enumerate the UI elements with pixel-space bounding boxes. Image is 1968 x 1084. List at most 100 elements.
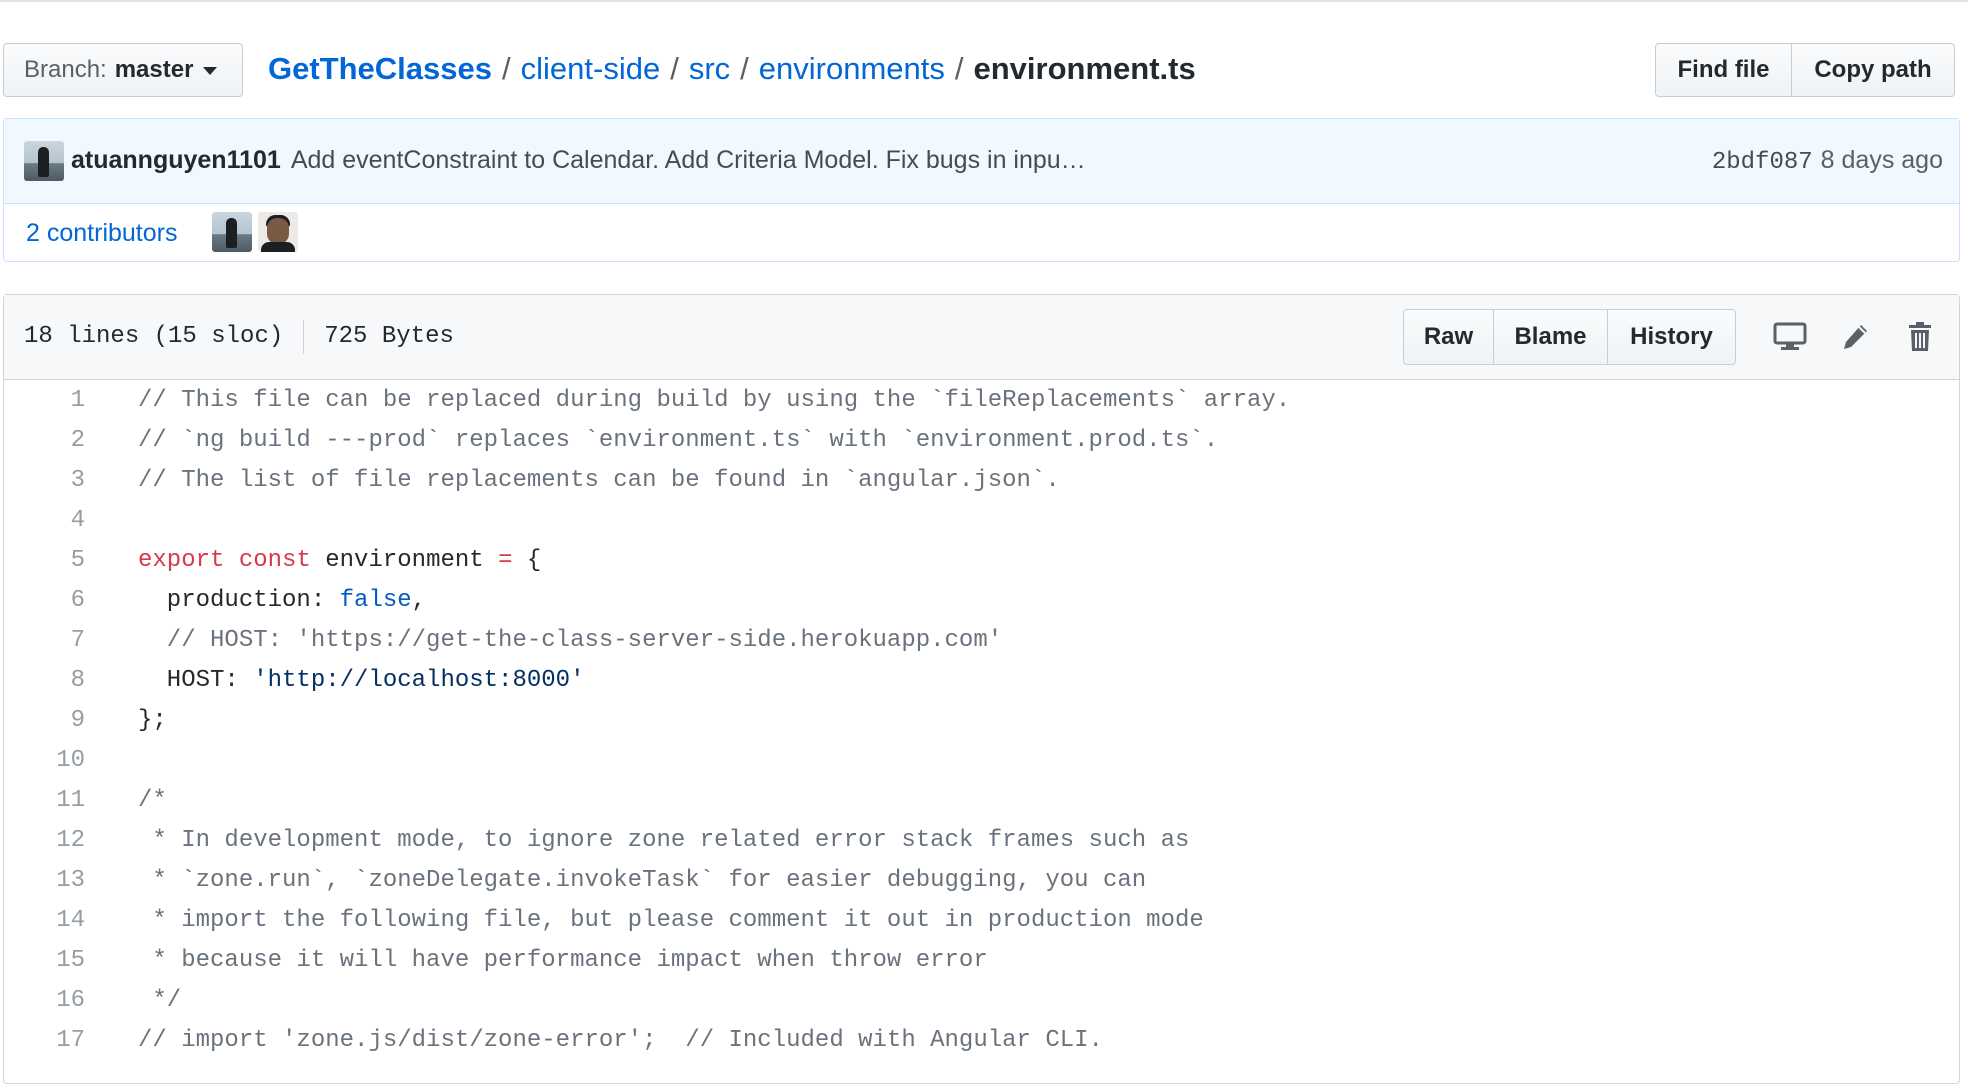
contributors-link[interactable]: 2 contributors bbox=[26, 216, 177, 250]
line-number[interactable]: 2 bbox=[4, 427, 85, 454]
line-number[interactable]: 15 bbox=[4, 947, 85, 974]
breadcrumb-separator: / bbox=[502, 51, 511, 86]
code-line: 15 * because it will have performance im… bbox=[4, 940, 1959, 980]
line-number[interactable]: 1 bbox=[4, 387, 85, 414]
line-content: * `zone.run`, `zoneDelegate.invokeTask` … bbox=[85, 867, 1146, 894]
branch-select-button[interactable]: Branch: master bbox=[3, 43, 243, 97]
code-token: HOST: bbox=[138, 666, 254, 694]
code-line: 9}; bbox=[4, 700, 1959, 740]
code-line: 11 /* bbox=[4, 780, 1959, 820]
file-action-buttons: Raw Blame History bbox=[1403, 309, 1736, 365]
breadcrumb-link-src[interactable]: src bbox=[689, 51, 730, 86]
file-header: 18 lines (15 sloc) 725 Bytes Raw Blame H… bbox=[4, 295, 1959, 380]
top-border bbox=[0, 0, 1968, 2]
code-token: , bbox=[411, 586, 427, 614]
code-token: // import 'zone.js/dist/zone-error'; // … bbox=[138, 1026, 1103, 1054]
code-line: 17 // import 'zone.js/dist/zone-error'; /… bbox=[4, 1020, 1959, 1060]
code-line: 12 * In development mode, to ignore zone… bbox=[4, 820, 1959, 860]
breadcrumb: GetTheClasses / client-side / src / environmen… bbox=[268, 48, 1196, 90]
contributor-avatar[interactable] bbox=[212, 212, 252, 252]
branch-name: master bbox=[114, 56, 194, 83]
line-number[interactable]: 10 bbox=[4, 747, 85, 774]
line-content: // `ng build ---prod` replaces `environm… bbox=[85, 427, 1218, 454]
code-line: 1 // This file can be replaced during bui… bbox=[4, 380, 1959, 420]
code-line: 7 // HOST: 'https://get-the-class-server… bbox=[4, 620, 1959, 660]
file-viewer: 18 lines (15 sloc) 725 Bytes Raw Blame H… bbox=[3, 294, 1960, 1084]
code-token: { bbox=[512, 546, 542, 574]
breadcrumb-repo-link[interactable]: GetTheClasses bbox=[268, 51, 492, 86]
branch-label: Branch: bbox=[24, 56, 107, 83]
line-number[interactable]: 11 bbox=[4, 787, 85, 814]
line-number[interactable]: 17 bbox=[4, 1027, 85, 1054]
raw-button[interactable]: Raw bbox=[1403, 309, 1494, 365]
commit-sha-link[interactable]: 2bdf087 bbox=[1712, 149, 1813, 176]
line-number[interactable]: 5 bbox=[4, 547, 85, 574]
breadcrumb-current-file: environment.ts bbox=[973, 51, 1196, 86]
copy-path-button[interactable]: Copy path bbox=[1792, 43, 1955, 97]
code-token: * In development mode, to ignore zone re… bbox=[138, 826, 1190, 854]
code-token: false bbox=[339, 586, 412, 614]
contributors-count: 2 bbox=[26, 219, 40, 247]
code-token: */ bbox=[138, 986, 182, 1014]
line-number[interactable]: 3 bbox=[4, 467, 85, 494]
code-token: }; bbox=[138, 706, 167, 734]
line-number[interactable]: 9 bbox=[4, 707, 85, 734]
history-button[interactable]: History bbox=[1608, 309, 1736, 365]
line-content: // The list of file replacements can be … bbox=[85, 467, 1060, 494]
commit-time: 8 days ago bbox=[1820, 146, 1943, 174]
code-token: * `zone.run`, `zoneDelegate.invokeTask` … bbox=[138, 866, 1147, 894]
line-content: // This file can be replaced during buil… bbox=[85, 387, 1290, 414]
code-line: 16 */ bbox=[4, 980, 1959, 1020]
breadcrumb-separator: / bbox=[954, 51, 964, 86]
edit-file-button[interactable] bbox=[1835, 317, 1875, 357]
delete-file-button[interactable] bbox=[1900, 317, 1940, 357]
code-token: environment bbox=[310, 546, 499, 574]
breadcrumb-link-client-side[interactable]: client-side bbox=[521, 51, 661, 86]
line-number[interactable]: 14 bbox=[4, 907, 85, 934]
open-desktop-button[interactable] bbox=[1770, 317, 1810, 357]
code-token: // `ng build ---prod` replaces `environm… bbox=[138, 426, 1219, 454]
code-token: 'http://localhost:8000' bbox=[253, 666, 585, 694]
blame-button[interactable]: Blame bbox=[1494, 309, 1608, 365]
code-line: 4 bbox=[4, 500, 1959, 540]
find-file-button[interactable]: Find file bbox=[1655, 43, 1792, 97]
commit-tease: atuannguyen1101 Add eventConstraint to Ca… bbox=[4, 119, 1959, 204]
code-token: // HOST: 'https://get-the-class-server-s… bbox=[138, 626, 1003, 654]
code-token: // This file can be replaced during buil… bbox=[138, 386, 1291, 414]
code-token: production: bbox=[138, 586, 340, 614]
latest-commit-box: atuannguyen1101 Add eventConstraint to Ca… bbox=[3, 118, 1960, 262]
line-content: // import 'zone.js/dist/zone-error'; // … bbox=[85, 1027, 1103, 1054]
code-token: * because it will have performance impac… bbox=[138, 946, 988, 974]
code-line: 13 * `zone.run`, `zoneDelegate.invokeTas… bbox=[4, 860, 1959, 900]
code-line: 2 // `ng build ---prod` replaces `environ… bbox=[4, 420, 1959, 460]
desktop-icon bbox=[1773, 322, 1807, 350]
code-line: 14 * import the following file, but plea… bbox=[4, 900, 1959, 940]
file-line-count: 18 lines (15 sloc) bbox=[24, 323, 284, 350]
breadcrumb-link-environments[interactable]: environments bbox=[759, 51, 945, 86]
commit-author-link[interactable]: atuannguyen1101 bbox=[71, 146, 281, 174]
author-avatar[interactable] bbox=[24, 141, 64, 181]
caret-down-icon bbox=[203, 67, 218, 75]
line-number[interactable]: 13 bbox=[4, 867, 85, 894]
code-token: /* bbox=[138, 786, 167, 814]
commit-message-link[interactable]: Add eventConstraint to Calendar. Add Cri… bbox=[291, 146, 1086, 174]
commit-summary: atuannguyen1101 Add eventConstraint to Ca… bbox=[71, 143, 1086, 177]
code-token: // The list of file replacements can be … bbox=[138, 466, 1060, 494]
line-number[interactable]: 4 bbox=[4, 507, 85, 534]
line-number[interactable]: 8 bbox=[4, 667, 85, 694]
line-content: export const environment = { bbox=[85, 547, 541, 574]
file-navigation-buttons: Find file Copy path bbox=[1655, 43, 1955, 97]
line-number[interactable]: 6 bbox=[4, 587, 85, 614]
code-line: 6 production: false, bbox=[4, 580, 1959, 620]
line-number[interactable]: 12 bbox=[4, 827, 85, 854]
breadcrumb-separator: / bbox=[740, 51, 749, 86]
line-number[interactable]: 16 bbox=[4, 987, 85, 1014]
line-content: * import the following file, but please … bbox=[85, 907, 1203, 934]
contributor-avatar[interactable] bbox=[258, 212, 298, 252]
line-content: * In development mode, to ignore zone re… bbox=[85, 827, 1189, 854]
line-number[interactable]: 7 bbox=[4, 627, 85, 654]
code-line: 10 bbox=[4, 740, 1959, 780]
code-token: export bbox=[138, 546, 225, 574]
code-line: 3 // The list of file replacements can be… bbox=[4, 460, 1959, 500]
